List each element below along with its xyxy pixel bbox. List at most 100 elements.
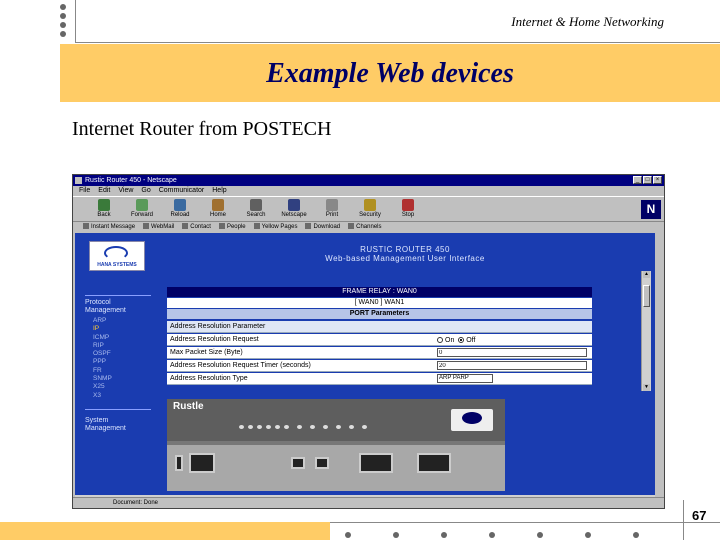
link-instant-message[interactable]: Instant Message xyxy=(83,222,135,232)
router-device-image: Rustle xyxy=(167,399,505,491)
menu-help[interactable]: Help xyxy=(212,186,226,196)
nav-divider xyxy=(85,409,151,410)
maximize-button[interactable]: □ xyxy=(643,176,652,184)
router-nav-frame: HANA SYSTEMS Protocol Management ARP IP … xyxy=(75,233,155,495)
nav-item-ospf[interactable]: OSPF xyxy=(93,350,112,358)
field-label: Max Packet Size (Byte) xyxy=(170,349,243,356)
decorative-dots-top xyxy=(60,4,70,40)
netscape-icon xyxy=(288,199,300,211)
max-packet-size-input[interactable] xyxy=(437,348,587,357)
home-button[interactable]: Home xyxy=(201,199,235,219)
divider-bottom xyxy=(330,522,720,523)
radio-on[interactable] xyxy=(437,337,443,343)
ethernet-port-icon xyxy=(315,457,329,469)
forward-button[interactable]: Forward xyxy=(125,199,159,219)
home-icon xyxy=(212,199,224,211)
netscape-logo-icon: N xyxy=(641,200,661,219)
status-text: Document: Done xyxy=(113,500,159,506)
scroll-up-icon[interactable]: ▲ xyxy=(643,271,650,278)
nav-protocol-list: ARP IP ICMP RIP OSPF PPP FR SNMP X25 X3 xyxy=(93,317,112,400)
nav-item-x25[interactable]: X25 xyxy=(93,383,112,391)
print-button[interactable]: Print xyxy=(315,199,349,219)
power-socket-icon xyxy=(189,453,215,473)
resolution-type-select[interactable]: ARP PARP xyxy=(437,374,493,383)
browser-title-bar: Rustic Router 450 - Netscape _ □ × xyxy=(73,175,664,186)
security-lock-icon xyxy=(364,199,376,211)
personal-toolbar: Instant Message WebMail Contact People Y… xyxy=(73,221,664,232)
field-row: Address Resolution Request On Off xyxy=(167,334,592,346)
menu-edit[interactable]: Edit xyxy=(98,186,110,196)
nav-item-ppp[interactable]: PPP xyxy=(93,358,112,366)
page-number: 67 xyxy=(692,508,707,523)
netscape-button[interactable]: Netscape xyxy=(277,199,311,219)
router-banner: RUSTIC ROUTER 450 Web-based Management U… xyxy=(325,245,485,263)
frame-relay-header: FRAME RELAY : WAN0 xyxy=(167,287,592,297)
nav-protocol-management[interactable]: Protocol Management xyxy=(85,299,145,315)
field-row: Address Resolution Request Timer (second… xyxy=(167,360,592,372)
hana-systems-logo: HANA SYSTEMS xyxy=(89,241,145,271)
stop-icon xyxy=(402,199,414,211)
title-bar: Example Web devices xyxy=(60,44,720,102)
forward-arrow-icon xyxy=(136,199,148,211)
router-main-frame: RUSTIC ROUTER 450 Web-based Management U… xyxy=(155,233,655,495)
main-frame-scrollbar[interactable]: ▲ ▼ xyxy=(641,271,651,391)
menu-communicator[interactable]: Communicator xyxy=(159,186,205,196)
minimize-button[interactable]: _ xyxy=(633,176,642,184)
nav-item-ip[interactable]: IP xyxy=(93,325,112,333)
menu-view[interactable]: View xyxy=(118,186,133,196)
nav-item-snmp[interactable]: SNMP xyxy=(93,375,112,383)
link-webmail[interactable]: WebMail xyxy=(143,222,174,232)
link-people[interactable]: People xyxy=(219,222,246,232)
section-header-row: Address Resolution Parameter xyxy=(167,321,592,333)
menu-file[interactable]: File xyxy=(79,186,90,196)
page-viewport: HANA SYSTEMS Protocol Management ARP IP … xyxy=(75,233,655,495)
divider-bottom-vertical xyxy=(683,500,684,540)
slide-title: Example Web devices xyxy=(266,58,514,89)
search-icon xyxy=(250,199,262,211)
field-label: Address Resolution Type xyxy=(170,375,248,382)
nav-item-rip[interactable]: RIP xyxy=(93,342,112,350)
nav-item-icmp[interactable]: ICMP xyxy=(93,334,112,342)
reload-icon xyxy=(174,199,186,211)
search-button[interactable]: Search xyxy=(239,199,273,219)
nav-item-arp[interactable]: ARP xyxy=(93,317,112,325)
browser-window-title: Rustic Router 450 - Netscape xyxy=(85,177,177,184)
logo-swirl-icon xyxy=(104,246,128,260)
slide-header: Internet & Home Networking xyxy=(511,14,664,29)
slide-subtitle: Internet Router from POSTECH xyxy=(72,118,332,140)
reload-button[interactable]: Reload xyxy=(163,199,197,219)
radio-off[interactable] xyxy=(458,337,465,343)
browser-toolbar: Back Forward Reload Home Search Netscape… xyxy=(73,196,664,221)
port-parameters-header: PORT Parameters xyxy=(167,309,592,319)
nav-system-management[interactable]: System Management xyxy=(85,417,145,433)
status-leds-icon xyxy=(239,425,289,429)
link-yellow-pages[interactable]: Yellow Pages xyxy=(254,222,298,232)
nav-divider xyxy=(85,295,151,296)
link-download[interactable]: Download xyxy=(305,222,340,232)
security-button[interactable]: Security xyxy=(353,199,387,219)
close-button[interactable]: × xyxy=(653,176,662,184)
link-contact[interactable]: Contact xyxy=(182,222,211,232)
serial-port-icon xyxy=(359,453,393,473)
power-switch-icon xyxy=(175,455,183,471)
browser-screenshot: Rustic Router 450 - Netscape _ □ × File … xyxy=(72,174,665,509)
divider-vertical xyxy=(75,0,76,42)
browser-menu-bar: File Edit View Go Communicator Help xyxy=(73,186,664,196)
scroll-thumb[interactable] xyxy=(643,285,650,307)
nav-item-fr[interactable]: FR xyxy=(93,367,112,375)
back-button[interactable]: Back xyxy=(87,199,121,219)
decorative-dots-bottom xyxy=(345,532,639,538)
slide: Internet & Home Networking Example Web d… xyxy=(0,0,720,540)
link-channels[interactable]: Channels xyxy=(348,222,381,232)
back-arrow-icon xyxy=(98,199,110,211)
device-badge-icon xyxy=(451,409,493,431)
field-label: Address Resolution Request Timer (second… xyxy=(170,362,311,369)
wan-port-selector[interactable]: [ WAN0 ] WAN1 xyxy=(167,298,592,308)
scroll-down-icon[interactable]: ▼ xyxy=(643,384,650,391)
request-timer-input[interactable] xyxy=(437,361,587,370)
bottom-accent-bar xyxy=(0,522,330,540)
stop-button[interactable]: Stop xyxy=(391,199,425,219)
nav-item-x3[interactable]: X3 xyxy=(93,392,112,400)
menu-go[interactable]: Go xyxy=(141,186,150,196)
port-leds-icon xyxy=(297,425,367,429)
